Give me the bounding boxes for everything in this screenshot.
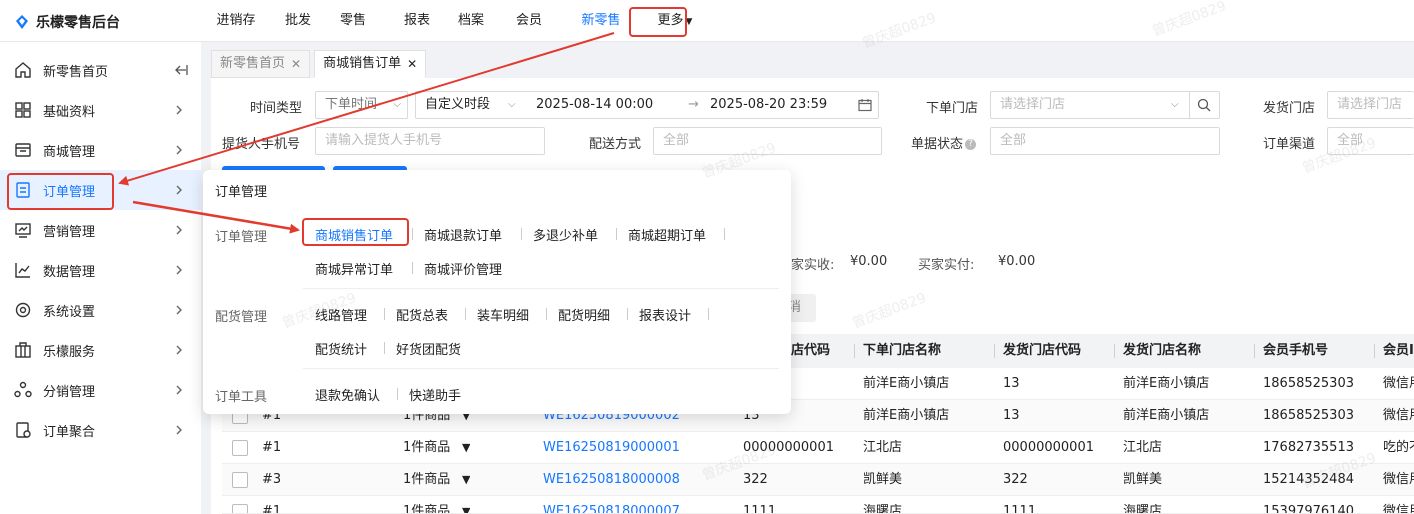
arrow-to-mall-sales-order	[132, 200, 300, 234]
annotation-arrows	[118, 32, 615, 234]
arrow-to-orders	[118, 32, 615, 186]
